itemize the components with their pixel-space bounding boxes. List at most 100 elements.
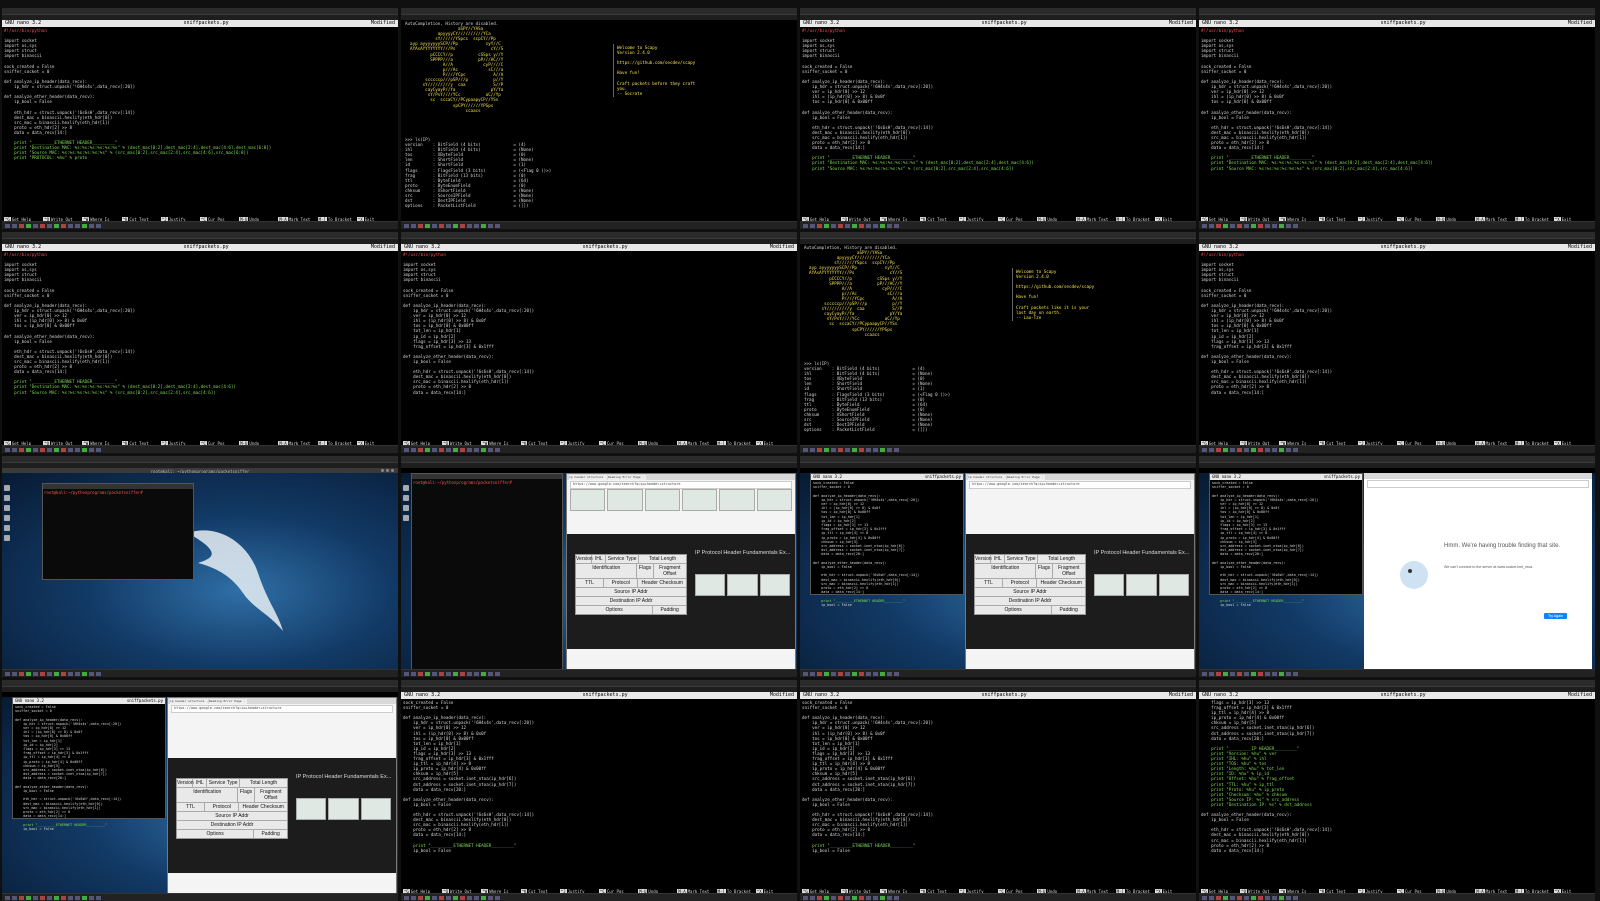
taskbar-app-icon[interactable] — [460, 447, 465, 452]
taskbar-app-icon[interactable] — [1265, 671, 1270, 676]
taskbar-app-icon[interactable] — [838, 447, 843, 452]
taskbar[interactable] — [401, 221, 797, 229]
taskbar-app-icon[interactable] — [1223, 895, 1228, 900]
dock[interactable] — [2, 483, 14, 543]
taskbar-app-icon[interactable] — [446, 671, 451, 676]
taskbar-app-icon[interactable] — [824, 447, 829, 452]
taskbar-app-icon[interactable] — [1293, 223, 1298, 228]
code-editor[interactable]: sock_created = False sniffer_socket = 0 … — [811, 480, 963, 608]
taskbar-app-icon[interactable] — [47, 223, 52, 228]
taskbar-app-icon[interactable] — [1258, 895, 1263, 900]
taskbar[interactable] — [800, 669, 1196, 677]
browser-tab[interactable]: Reading Error Page - Mozilla Firefox — [209, 699, 247, 704]
taskbar-app-icon[interactable] — [1286, 895, 1291, 900]
terminal-menubar[interactable] — [2, 687, 398, 692]
taskbar-app-icon[interactable] — [418, 895, 423, 900]
taskbar-app-icon[interactable] — [432, 223, 437, 228]
taskbar-app-icon[interactable] — [859, 895, 864, 900]
taskbar-app-icon[interactable] — [1230, 223, 1235, 228]
taskbar-app-icon[interactable] — [845, 671, 850, 676]
taskbar-app-icon[interactable] — [1286, 223, 1291, 228]
code-line[interactable]: sniffer_socket = 0 — [1201, 293, 1246, 298]
taskbar-app-icon[interactable] — [1265, 447, 1270, 452]
code-line[interactable]: print "PROTOCOL: %hu" % proto — [4, 155, 87, 160]
taskbar-app-icon[interactable] — [5, 895, 10, 900]
maximize-icon[interactable] — [386, 469, 389, 472]
taskbar-app-icon[interactable] — [866, 447, 871, 452]
taskbar-app-icon[interactable] — [873, 895, 878, 900]
taskbar-app-icon[interactable] — [89, 671, 94, 676]
code-editor[interactable]: #!/usr/bin/python import socket import o… — [401, 251, 797, 396]
taskbar-app-icon[interactable] — [852, 895, 857, 900]
taskbar-app-icon[interactable] — [1272, 671, 1277, 676]
taskbar-app-icon[interactable] — [894, 447, 899, 452]
taskbar-app-icon[interactable] — [68, 223, 73, 228]
taskbar-app-icon[interactable] — [1279, 895, 1284, 900]
code-line[interactable]: ip_bool = False — [15, 827, 54, 831]
taskbar-app-icon[interactable] — [96, 223, 101, 228]
browser-window[interactable]: ip header structure - Google ImagesReadi… — [167, 697, 397, 895]
nano-window[interactable]: GNU nano 3.2 sniffpackets.py sock_created… — [810, 473, 964, 607]
code-line[interactable]: sniffer_socket = 0 — [1201, 69, 1246, 74]
taskbar-app-icon[interactable] — [54, 895, 59, 900]
taskbar-app-icon[interactable] — [1272, 223, 1277, 228]
dock-icon[interactable] — [4, 505, 10, 511]
taskbar-app-icon[interactable] — [467, 671, 472, 676]
code-line[interactable]: #!/usr/bin/python — [4, 252, 47, 257]
taskbar[interactable] — [1199, 445, 1595, 453]
taskbar-app-icon[interactable] — [1293, 895, 1298, 900]
code-line[interactable]: sniffer_socket = 0 — [802, 705, 847, 710]
taskbar-app-icon[interactable] — [831, 447, 836, 452]
taskbar-app-icon[interactable] — [481, 447, 486, 452]
image-thumb[interactable] — [727, 574, 758, 596]
code-line[interactable]: data = data_recv[20:] — [1201, 736, 1264, 741]
taskbar-app-icon[interactable] — [82, 447, 87, 452]
taskbar-app-icon[interactable] — [852, 223, 857, 228]
taskbar-app-icon[interactable] — [54, 223, 59, 228]
taskbar-app-icon[interactable] — [19, 223, 24, 228]
taskbar-app-icon[interactable] — [1251, 671, 1256, 676]
taskbar-app-icon[interactable] — [75, 223, 80, 228]
code-line[interactable]: data = data_recv[20:] — [403, 787, 466, 792]
code-line[interactable]: sniffer_socket = 0 — [15, 709, 52, 713]
taskbar-app-icon[interactable] — [488, 223, 493, 228]
taskbar-app-icon[interactable] — [1230, 895, 1235, 900]
minimize-icon[interactable] — [381, 469, 384, 472]
image-thumb[interactable] — [570, 489, 606, 511]
taskbar-app-icon[interactable] — [824, 671, 829, 676]
kali-terminal-window[interactable]: root@kali:~/pythonprograms/packetsniffer… — [42, 483, 194, 580]
code-editor[interactable]: #!/usr/bin/python import socket import o… — [2, 251, 398, 396]
code-line[interactable]: import binascii — [403, 277, 441, 282]
article-title[interactable]: IP Protocol Header Fundamentals Ex... — [296, 774, 391, 780]
code-line[interactable]: data = data_recv[14:] — [403, 390, 466, 395]
taskbar-app-icon[interactable] — [1272, 447, 1277, 452]
code-editor[interactable]: flags = ip_hdr[3] >> 13 frag_offset = ip… — [1199, 699, 1595, 854]
taskbar-app-icon[interactable] — [54, 671, 59, 676]
taskbar[interactable] — [1199, 221, 1595, 229]
taskbar-app-icon[interactable] — [411, 223, 416, 228]
taskbar-app-icon[interactable] — [810, 223, 815, 228]
taskbar-app-icon[interactable] — [880, 895, 885, 900]
taskbar-app-icon[interactable] — [880, 447, 885, 452]
code-line[interactable]: ip_bool = False — [1201, 359, 1249, 364]
taskbar-app-icon[interactable] — [460, 671, 465, 676]
window-controls[interactable] — [381, 469, 394, 472]
browser-window[interactable]: ip header structure - Google ImagesReadi… — [965, 473, 1195, 671]
taskbar-app-icon[interactable] — [495, 895, 500, 900]
taskbar-app-icon[interactable] — [54, 447, 59, 452]
taskbar-app-icon[interactable] — [831, 223, 836, 228]
taskbar-app-icon[interactable] — [12, 223, 17, 228]
taskbar-app-icon[interactable] — [810, 895, 815, 900]
image-thumb[interactable] — [296, 798, 327, 820]
taskbar-app-icon[interactable] — [810, 671, 815, 676]
taskbar-app-icon[interactable] — [439, 223, 444, 228]
image-results[interactable] — [570, 489, 792, 511]
taskbar-app-icon[interactable] — [61, 671, 66, 676]
taskbar-app-icon[interactable] — [5, 671, 10, 676]
code-line[interactable]: ip_bool = False — [403, 848, 451, 853]
taskbar-app-icon[interactable] — [1244, 895, 1249, 900]
code-line[interactable]: sniffer_socket = 0 — [1212, 485, 1249, 489]
code-line[interactable]: #!/usr/bin/python — [1201, 252, 1244, 257]
taskbar-app-icon[interactable] — [1251, 223, 1256, 228]
taskbar-app-icon[interactable] — [859, 671, 864, 676]
